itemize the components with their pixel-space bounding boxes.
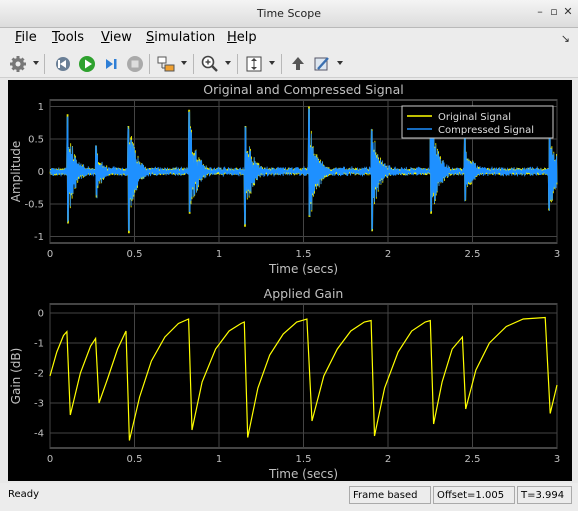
- toolbar-separator: [237, 54, 238, 74]
- autoscale-dropdown-icon[interactable]: [269, 61, 275, 65]
- legend-label: Original Signal: [438, 112, 511, 123]
- x-tick-label: 1: [216, 454, 222, 465]
- stop-icon[interactable]: [125, 54, 145, 74]
- plot-title: Applied Gain: [264, 286, 344, 301]
- y-tick-label: -2: [34, 369, 44, 380]
- x-tick-label: 1.5: [296, 249, 312, 260]
- y-axis-label: Amplitude: [9, 141, 23, 203]
- gear-dropdown-icon[interactable]: [33, 61, 39, 65]
- x-tick-label: 0: [47, 249, 53, 260]
- style-icon[interactable]: [312, 54, 332, 74]
- toolbar-separator: [44, 54, 45, 74]
- autoscale-icon[interactable]: [244, 54, 264, 74]
- x-tick-label: 2.5: [465, 249, 481, 260]
- y-tick-label: 0: [38, 309, 44, 320]
- title-bar: Time Scope – ▫ ✕: [0, 0, 578, 28]
- dock-icon[interactable]: ↘: [561, 32, 570, 45]
- x-tick-label: 0: [47, 454, 53, 465]
- style-dropdown-icon[interactable]: [337, 61, 343, 65]
- menu-help[interactable]: Help: [227, 30, 257, 45]
- y-tick-label: 1: [38, 102, 44, 113]
- zoom-icon[interactable]: [200, 54, 220, 74]
- toolbar-separator: [281, 54, 282, 74]
- x-tick-label: 3: [554, 454, 560, 465]
- status-text: Ready: [8, 489, 40, 500]
- menu-tools[interactable]: Tools: [52, 30, 84, 45]
- x-tick-label: 1.5: [296, 454, 312, 465]
- legend-label: Compressed Signal: [438, 125, 534, 136]
- menu-view[interactable]: View: [101, 30, 132, 45]
- zoom-dropdown-icon[interactable]: [225, 61, 231, 65]
- window-title: Time Scope: [257, 7, 321, 20]
- signal-select-icon[interactable]: [156, 54, 176, 74]
- y-tick-label: 0: [38, 167, 44, 178]
- run-icon[interactable]: [77, 54, 97, 74]
- toolbar-separator: [149, 54, 150, 74]
- status-bar: Ready Frame based Offset=1.005 T=3.994: [0, 483, 578, 511]
- y-tick-label: 0.5: [28, 135, 44, 146]
- minimize-icon[interactable]: –: [534, 6, 546, 18]
- highlight-icon[interactable]: [288, 54, 308, 74]
- scope-display[interactable]: Original and Compressed Signal 0 0.5 1 1.5 2 2…: [8, 80, 572, 481]
- maximize-icon[interactable]: ▫: [548, 6, 560, 18]
- x-tick-label: 0.5: [127, 454, 143, 465]
- status-offset: Offset=1.005: [433, 486, 515, 504]
- y-tick-label: -1: [34, 232, 44, 243]
- menu-bar: File Tools View Simulation Help ↘: [0, 28, 578, 50]
- x-tick-label: 3: [554, 249, 560, 260]
- y-tick-label: -3: [34, 399, 44, 410]
- x-tick-label: 0.5: [127, 249, 143, 260]
- menu-file[interactable]: File: [15, 30, 37, 45]
- step-back-icon[interactable]: [53, 54, 73, 74]
- x-tick-label: 2.5: [465, 454, 481, 465]
- close-icon[interactable]: ✕: [562, 6, 574, 18]
- toolbar-separator: [193, 54, 194, 74]
- y-tick-label: -1: [34, 339, 44, 350]
- x-axis-label: Time (secs): [268, 262, 338, 276]
- y-axis-label: Gain (dB): [9, 348, 23, 405]
- x-tick-label: 2: [385, 249, 391, 260]
- y-tick-label: -0.5: [24, 200, 44, 211]
- menu-simulation[interactable]: Simulation: [146, 30, 215, 45]
- signal-select-dropdown-icon[interactable]: [181, 61, 187, 65]
- x-tick-label: 1: [216, 249, 222, 260]
- y-tick-label: -4: [34, 429, 44, 440]
- x-tick-label: 2: [385, 454, 391, 465]
- step-forward-icon[interactable]: [101, 54, 121, 74]
- x-axis-label: Time (secs): [268, 467, 338, 481]
- toolbar: [0, 50, 578, 78]
- plot-title: Original and Compressed Signal: [203, 82, 403, 97]
- status-mode: Frame based: [349, 486, 431, 504]
- gear-icon[interactable]: [8, 54, 28, 74]
- status-time: T=3.994: [517, 486, 572, 504]
